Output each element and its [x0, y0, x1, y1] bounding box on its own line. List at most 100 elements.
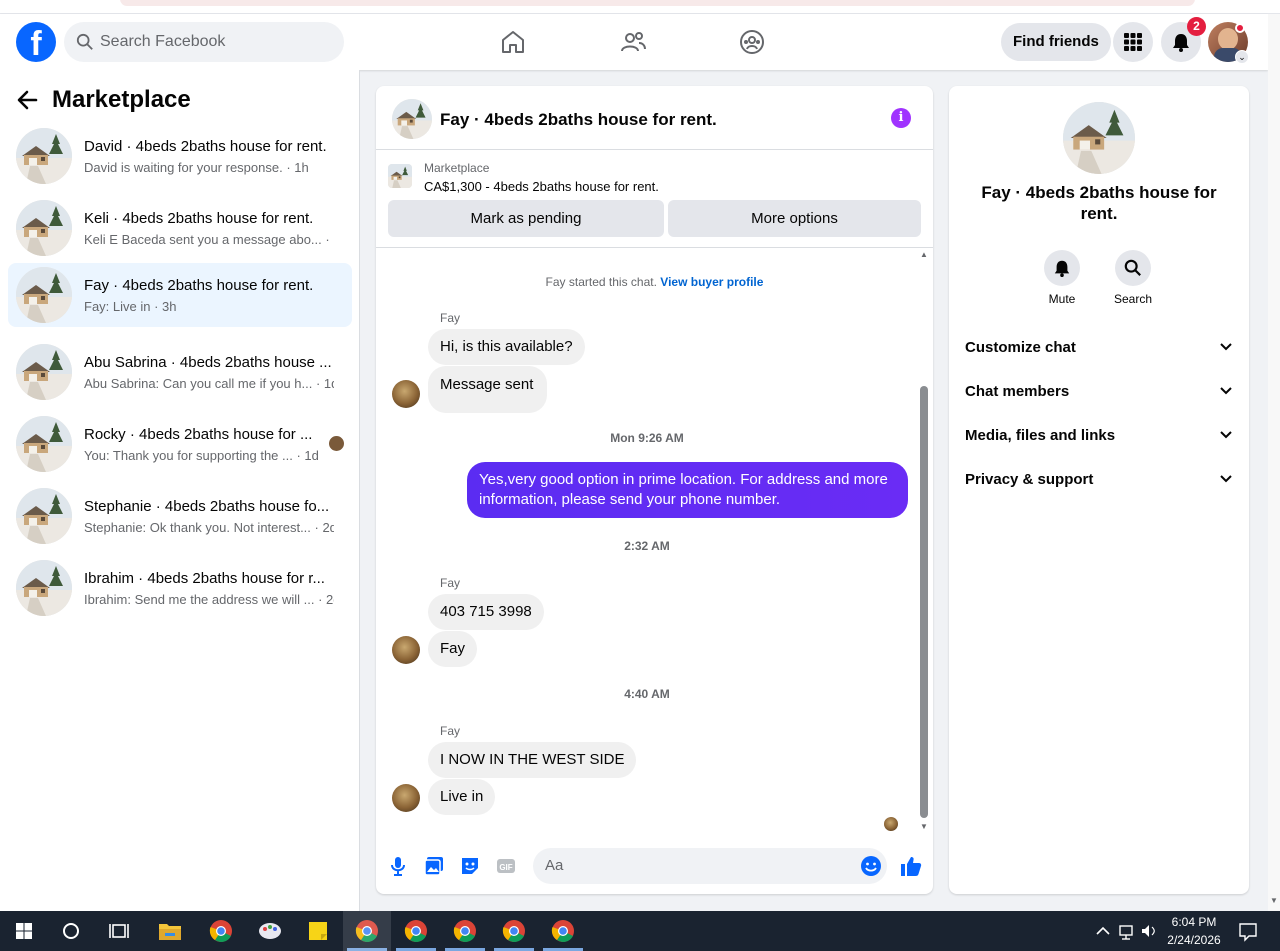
chrome-icon[interactable] — [500, 917, 528, 945]
details-section-2[interactable]: Media, files and links — [965, 414, 1233, 458]
conversation-item[interactable]: Abu Sabrina · 4beds 2baths house ... Abu … — [8, 340, 352, 404]
chat-details-panel: Fay · 4beds 2baths house for rent. Mute … — [949, 86, 1249, 894]
conversation-preview: Fay: Live in · 3h — [84, 298, 177, 314]
emoji-icon[interactable] — [860, 855, 882, 877]
conversation-preview: You: Thank you for supporting the ... · … — [84, 447, 319, 463]
conversation-item[interactable]: Fay · 4beds 2baths house for rent. Fay: L… — [8, 263, 352, 327]
incoming-message[interactable]: Live in — [428, 779, 496, 815]
details-section-0[interactable]: Customize chat — [965, 326, 1233, 370]
task-view-icon[interactable] — [105, 917, 133, 945]
sender-avatar[interactable] — [392, 636, 420, 664]
incoming-message[interactable]: 403 715 3998 — [428, 594, 544, 630]
sender-name: Fay — [440, 576, 461, 590]
chrome-icon[interactable] — [549, 917, 577, 945]
timestamp: 4:40 AM — [624, 687, 670, 701]
message-input[interactable]: Aa — [533, 848, 887, 884]
details-section-3[interactable]: Privacy & support — [965, 458, 1233, 502]
search-in-chat-button[interactable] — [1115, 250, 1151, 286]
windows-start-icon[interactable] — [10, 917, 38, 945]
sticker-icon[interactable] — [459, 855, 481, 877]
info-icon[interactable]: i — [891, 108, 911, 128]
conversation-thumbnail — [16, 267, 72, 323]
chat-title[interactable]: Fay · 4beds 2baths house for rent. — [440, 110, 717, 130]
search-icon — [76, 33, 93, 50]
browser-tab[interactable] — [120, 0, 1195, 6]
scroll-down-icon[interactable]: ▼ — [1270, 896, 1278, 905]
conversation-item[interactable]: Rocky · 4beds 2baths house for ... You: T… — [8, 412, 352, 476]
scroll-up-icon[interactable]: ▲ — [920, 250, 928, 259]
back-arrow-icon[interactable] — [16, 89, 38, 111]
photo-icon[interactable] — [423, 855, 445, 877]
conversation-text: Rocky · 4beds 2baths house for ... You: T… — [84, 426, 334, 463]
chrome-icon[interactable] — [451, 917, 479, 945]
incoming-message[interactable]: Hi, is this available? — [428, 329, 585, 365]
details-section-label: Media, files and links — [965, 427, 1116, 444]
chrome-icon[interactable] — [207, 917, 235, 945]
mute-button[interactable] — [1044, 250, 1080, 286]
page-title: Marketplace — [52, 86, 191, 113]
bell-icon — [1173, 34, 1189, 52]
conversation-thumbnail — [16, 488, 72, 544]
listing-small-thumbnail[interactable] — [388, 164, 412, 188]
gif-icon[interactable]: GIF — [495, 855, 517, 877]
scrollbar-thumb[interactable] — [920, 386, 928, 818]
search-input[interactable]: Search Facebook — [64, 22, 344, 62]
tray-chevron-icon[interactable] — [1093, 919, 1113, 943]
svg-text:GIF: GIF — [499, 863, 512, 872]
clock-time[interactable]: 6:04 PM — [1168, 915, 1220, 929]
incoming-message[interactable]: Fay — [428, 631, 478, 667]
chat-scrollbar[interactable]: ▲ ▼ — [919, 250, 929, 836]
conversation-thumbnail — [16, 560, 72, 616]
conversation-item[interactable]: Stephanie · 4beds 2baths house fo... Step… — [8, 484, 352, 548]
home-icon[interactable] — [499, 28, 527, 56]
volume-icon[interactable] — [1139, 919, 1159, 943]
thumbs-up-icon[interactable] — [899, 854, 923, 878]
sticky-notes-icon[interactable] — [304, 917, 332, 945]
outgoing-message[interactable]: Yes,very good option in prime location. … — [467, 462, 908, 518]
file-explorer-icon[interactable] — [156, 917, 184, 945]
conversation-item[interactable]: David · 4beds 2baths house for rent. Davi… — [8, 124, 352, 188]
sender-avatar[interactable] — [392, 784, 420, 812]
chat-started-text: Fay started this chat. — [545, 275, 657, 289]
search-placeholder: Search Facebook — [100, 33, 226, 50]
facebook-logo[interactable]: f — [16, 22, 56, 63]
listing-profile-image[interactable] — [1063, 102, 1135, 174]
find-friends-button[interactable]: Find friends — [1001, 23, 1111, 61]
incoming-message[interactable]: Message sent — [428, 366, 548, 413]
conversation-item[interactable]: Ibrahim · 4beds 2baths house for r... Ibr… — [8, 556, 352, 620]
conversation-panel: Fay · 4beds 2baths house for rent. i Mar… — [376, 86, 933, 894]
details-section-label: Privacy & support — [965, 471, 1094, 488]
listing-thumbnail[interactable] — [392, 99, 432, 139]
chrome-icon[interactable] — [402, 917, 430, 945]
clock-date[interactable]: 2/24/2026 — [1166, 933, 1222, 947]
scroll-down-icon[interactable]: ▼ — [920, 822, 928, 831]
microphone-icon[interactable] — [387, 855, 409, 877]
incoming-message[interactable]: I NOW IN THE WEST SIDE — [428, 742, 637, 778]
conversation-text: Abu Sabrina · 4beds 2baths house ... Abu … — [84, 354, 334, 391]
account-chevron-icon[interactable]: ⌄ — [1235, 50, 1249, 64]
conversation-title: Stephanie · 4beds 2baths house fo... — [84, 497, 330, 515]
window-scrollbar[interactable]: ▼ — [1268, 14, 1280, 911]
listing-price-title[interactable]: CA$1,300 - 4beds 2baths house for rent. — [424, 179, 659, 194]
details-section-1[interactable]: Chat members — [965, 370, 1233, 414]
friends-icon[interactable] — [619, 28, 647, 56]
groups-icon[interactable] — [738, 28, 766, 56]
chat-started-notice: Fay started this chat. View buyer profil… — [376, 275, 933, 289]
conversation-text: David · 4beds 2baths house for rent. Davi… — [84, 138, 334, 175]
chevron-down-icon — [1220, 475, 1232, 483]
menu-button[interactable] — [1113, 22, 1153, 62]
notification-center-icon[interactable] — [1237, 919, 1259, 943]
conversation-thumbnail — [16, 200, 72, 256]
paint-icon[interactable] — [256, 917, 284, 945]
conversation-thumbnail — [16, 344, 72, 400]
view-buyer-profile-link[interactable]: View buyer profile — [660, 275, 763, 289]
network-icon[interactable] — [1117, 919, 1137, 943]
message-list: Fay started this chat. View buyer profil… — [376, 249, 933, 839]
sender-avatar[interactable] — [392, 380, 420, 408]
conversation-item[interactable]: Keli · 4beds 2baths house for rent. Keli … — [8, 196, 352, 260]
more-options-button[interactable]: More options — [668, 200, 921, 237]
conversation-title: Abu Sabrina · 4beds 2baths house ... — [84, 353, 332, 371]
conversation-title: Rocky · 4beds 2baths house for ... — [84, 425, 313, 443]
mark-as-pending-button[interactable]: Mark as pending — [388, 200, 664, 237]
cortana-icon[interactable] — [57, 917, 85, 945]
